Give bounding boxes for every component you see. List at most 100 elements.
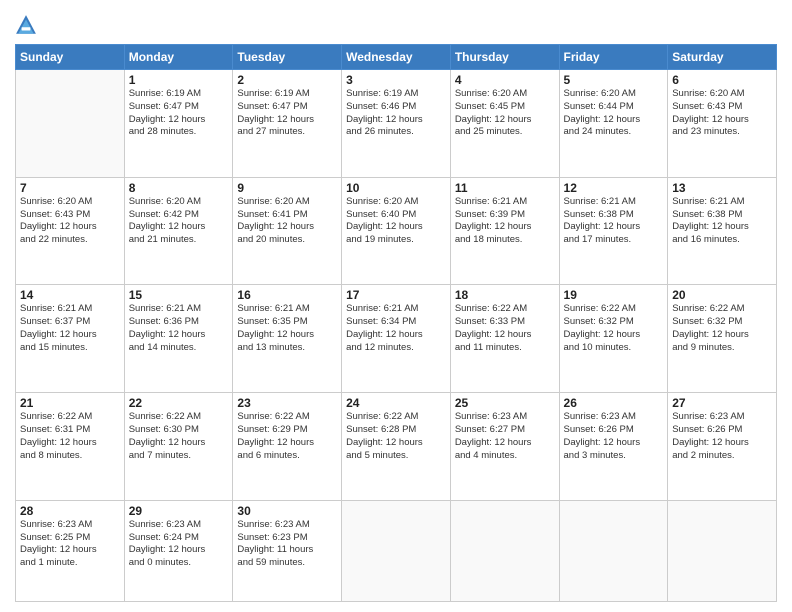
week-row-1: 1Sunrise: 6:19 AM Sunset: 6:47 PM Daylig… (16, 70, 777, 178)
day-cell: 1Sunrise: 6:19 AM Sunset: 6:47 PM Daylig… (124, 70, 233, 178)
day-cell: 14Sunrise: 6:21 AM Sunset: 6:37 PM Dayli… (16, 285, 125, 393)
day-number: 11 (455, 181, 555, 195)
day-number: 25 (455, 396, 555, 410)
day-cell (559, 500, 668, 601)
day-info: Sunrise: 6:21 AM Sunset: 6:35 PM Dayligh… (237, 303, 337, 354)
day-cell: 4Sunrise: 6:20 AM Sunset: 6:45 PM Daylig… (450, 70, 559, 178)
day-number: 13 (672, 181, 772, 195)
weekday-header-sunday: Sunday (16, 45, 125, 70)
day-number: 14 (20, 288, 120, 302)
day-info: Sunrise: 6:20 AM Sunset: 6:40 PM Dayligh… (346, 196, 446, 247)
day-info: Sunrise: 6:22 AM Sunset: 6:32 PM Dayligh… (564, 303, 664, 354)
day-cell: 19Sunrise: 6:22 AM Sunset: 6:32 PM Dayli… (559, 285, 668, 393)
day-info: Sunrise: 6:23 AM Sunset: 6:26 PM Dayligh… (564, 411, 664, 462)
day-info: Sunrise: 6:21 AM Sunset: 6:39 PM Dayligh… (455, 196, 555, 247)
day-number: 7 (20, 181, 120, 195)
day-cell: 12Sunrise: 6:21 AM Sunset: 6:38 PM Dayli… (559, 177, 668, 285)
day-number: 23 (237, 396, 337, 410)
day-cell: 10Sunrise: 6:20 AM Sunset: 6:40 PM Dayli… (342, 177, 451, 285)
day-info: Sunrise: 6:20 AM Sunset: 6:45 PM Dayligh… (455, 88, 555, 139)
day-number: 5 (564, 73, 664, 87)
day-info: Sunrise: 6:19 AM Sunset: 6:46 PM Dayligh… (346, 88, 446, 139)
day-info: Sunrise: 6:23 AM Sunset: 6:24 PM Dayligh… (129, 519, 229, 570)
day-cell: 22Sunrise: 6:22 AM Sunset: 6:30 PM Dayli… (124, 393, 233, 501)
day-number: 3 (346, 73, 446, 87)
day-cell: 20Sunrise: 6:22 AM Sunset: 6:32 PM Dayli… (668, 285, 777, 393)
day-cell: 28Sunrise: 6:23 AM Sunset: 6:25 PM Dayli… (16, 500, 125, 601)
day-cell: 15Sunrise: 6:21 AM Sunset: 6:36 PM Dayli… (124, 285, 233, 393)
day-info: Sunrise: 6:23 AM Sunset: 6:25 PM Dayligh… (20, 519, 120, 570)
day-info: Sunrise: 6:23 AM Sunset: 6:23 PM Dayligh… (237, 519, 337, 570)
day-info: Sunrise: 6:20 AM Sunset: 6:42 PM Dayligh… (129, 196, 229, 247)
day-number: 2 (237, 73, 337, 87)
logo-icon (15, 14, 37, 36)
day-number: 15 (129, 288, 229, 302)
weekday-header-friday: Friday (559, 45, 668, 70)
day-number: 9 (237, 181, 337, 195)
day-info: Sunrise: 6:21 AM Sunset: 6:37 PM Dayligh… (20, 303, 120, 354)
day-cell: 5Sunrise: 6:20 AM Sunset: 6:44 PM Daylig… (559, 70, 668, 178)
day-cell (342, 500, 451, 601)
calendar-table: SundayMondayTuesdayWednesdayThursdayFrid… (15, 44, 777, 602)
day-info: Sunrise: 6:21 AM Sunset: 6:38 PM Dayligh… (672, 196, 772, 247)
day-info: Sunrise: 6:22 AM Sunset: 6:31 PM Dayligh… (20, 411, 120, 462)
day-number: 17 (346, 288, 446, 302)
day-info: Sunrise: 6:22 AM Sunset: 6:30 PM Dayligh… (129, 411, 229, 462)
weekday-header-thursday: Thursday (450, 45, 559, 70)
day-cell (668, 500, 777, 601)
day-number: 20 (672, 288, 772, 302)
day-number: 10 (346, 181, 446, 195)
week-row-2: 7Sunrise: 6:20 AM Sunset: 6:43 PM Daylig… (16, 177, 777, 285)
day-cell: 24Sunrise: 6:22 AM Sunset: 6:28 PM Dayli… (342, 393, 451, 501)
day-cell: 2Sunrise: 6:19 AM Sunset: 6:47 PM Daylig… (233, 70, 342, 178)
day-number: 4 (455, 73, 555, 87)
day-cell: 23Sunrise: 6:22 AM Sunset: 6:29 PM Dayli… (233, 393, 342, 501)
logo (15, 14, 41, 36)
weekday-header-tuesday: Tuesday (233, 45, 342, 70)
day-cell: 26Sunrise: 6:23 AM Sunset: 6:26 PM Dayli… (559, 393, 668, 501)
weekday-header-row: SundayMondayTuesdayWednesdayThursdayFrid… (16, 45, 777, 70)
day-number: 27 (672, 396, 772, 410)
day-cell: 17Sunrise: 6:21 AM Sunset: 6:34 PM Dayli… (342, 285, 451, 393)
day-number: 28 (20, 504, 120, 518)
day-cell: 3Sunrise: 6:19 AM Sunset: 6:46 PM Daylig… (342, 70, 451, 178)
day-cell: 29Sunrise: 6:23 AM Sunset: 6:24 PM Dayli… (124, 500, 233, 601)
day-info: Sunrise: 6:20 AM Sunset: 6:41 PM Dayligh… (237, 196, 337, 247)
day-number: 8 (129, 181, 229, 195)
day-info: Sunrise: 6:19 AM Sunset: 6:47 PM Dayligh… (129, 88, 229, 139)
day-info: Sunrise: 6:22 AM Sunset: 6:28 PM Dayligh… (346, 411, 446, 462)
day-number: 18 (455, 288, 555, 302)
day-cell: 21Sunrise: 6:22 AM Sunset: 6:31 PM Dayli… (16, 393, 125, 501)
day-cell: 11Sunrise: 6:21 AM Sunset: 6:39 PM Dayli… (450, 177, 559, 285)
day-cell: 30Sunrise: 6:23 AM Sunset: 6:23 PM Dayli… (233, 500, 342, 601)
day-number: 16 (237, 288, 337, 302)
day-info: Sunrise: 6:22 AM Sunset: 6:29 PM Dayligh… (237, 411, 337, 462)
day-info: Sunrise: 6:21 AM Sunset: 6:36 PM Dayligh… (129, 303, 229, 354)
day-info: Sunrise: 6:20 AM Sunset: 6:44 PM Dayligh… (564, 88, 664, 139)
weekday-header-saturday: Saturday (668, 45, 777, 70)
day-number: 30 (237, 504, 337, 518)
day-info: Sunrise: 6:21 AM Sunset: 6:34 PM Dayligh… (346, 303, 446, 354)
day-number: 1 (129, 73, 229, 87)
day-info: Sunrise: 6:20 AM Sunset: 6:43 PM Dayligh… (672, 88, 772, 139)
day-cell: 25Sunrise: 6:23 AM Sunset: 6:27 PM Dayli… (450, 393, 559, 501)
day-info: Sunrise: 6:19 AM Sunset: 6:47 PM Dayligh… (237, 88, 337, 139)
day-cell: 8Sunrise: 6:20 AM Sunset: 6:42 PM Daylig… (124, 177, 233, 285)
day-info: Sunrise: 6:23 AM Sunset: 6:27 PM Dayligh… (455, 411, 555, 462)
week-row-5: 28Sunrise: 6:23 AM Sunset: 6:25 PM Dayli… (16, 500, 777, 601)
day-number: 21 (20, 396, 120, 410)
day-cell: 9Sunrise: 6:20 AM Sunset: 6:41 PM Daylig… (233, 177, 342, 285)
day-number: 26 (564, 396, 664, 410)
day-info: Sunrise: 6:20 AM Sunset: 6:43 PM Dayligh… (20, 196, 120, 247)
week-row-4: 21Sunrise: 6:22 AM Sunset: 6:31 PM Dayli… (16, 393, 777, 501)
day-number: 22 (129, 396, 229, 410)
day-number: 12 (564, 181, 664, 195)
day-info: Sunrise: 6:22 AM Sunset: 6:33 PM Dayligh… (455, 303, 555, 354)
day-cell: 16Sunrise: 6:21 AM Sunset: 6:35 PM Dayli… (233, 285, 342, 393)
day-number: 24 (346, 396, 446, 410)
day-info: Sunrise: 6:23 AM Sunset: 6:26 PM Dayligh… (672, 411, 772, 462)
day-cell (450, 500, 559, 601)
day-number: 6 (672, 73, 772, 87)
day-info: Sunrise: 6:22 AM Sunset: 6:32 PM Dayligh… (672, 303, 772, 354)
weekday-header-wednesday: Wednesday (342, 45, 451, 70)
